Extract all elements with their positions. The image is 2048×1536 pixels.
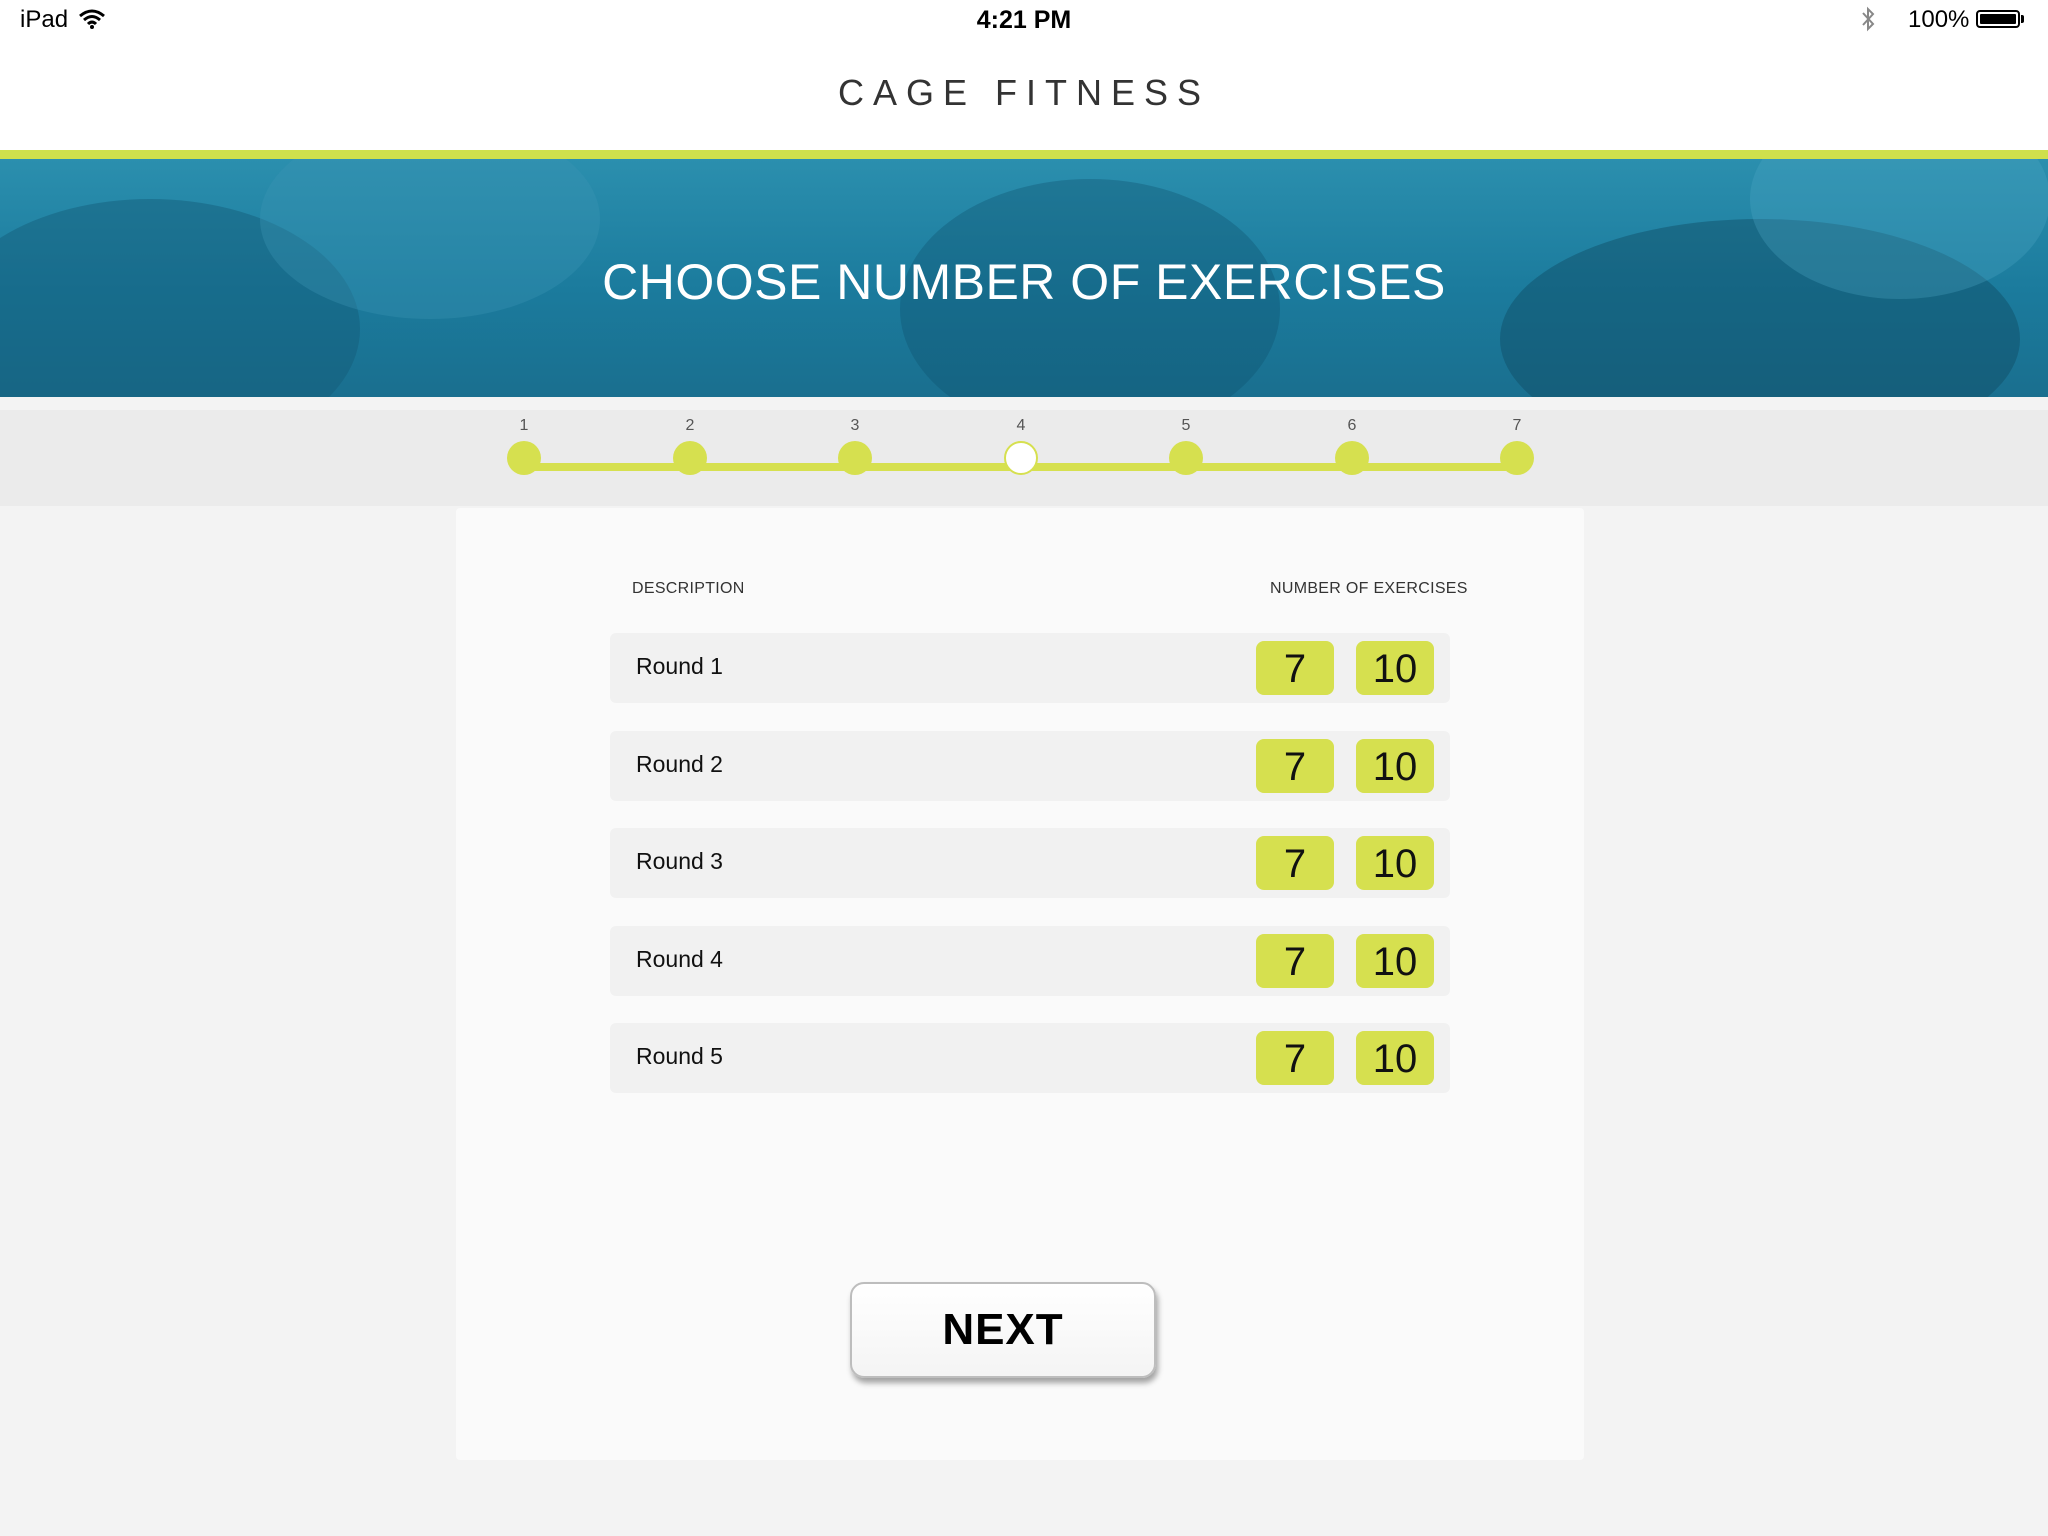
step-6[interactable]: 6 xyxy=(1322,411,1382,475)
exercise-count-option[interactable]: 7 xyxy=(1256,641,1334,695)
exercise-count-option[interactable]: 10 xyxy=(1356,1031,1434,1085)
exercise-count-option[interactable]: 7 xyxy=(1256,836,1334,890)
step-4[interactable]: 4 xyxy=(991,411,1051,475)
app-title: CAGE FITNESS xyxy=(837,72,1211,113)
step-dot[interactable] xyxy=(673,441,707,475)
table-row: Round 5 7 10 xyxy=(610,1023,1450,1093)
battery-tip xyxy=(2021,15,2024,23)
table-row: Round 4 7 10 xyxy=(610,926,1450,996)
step-label: 1 xyxy=(519,417,529,434)
header-accent-line xyxy=(0,150,2048,159)
hero-banner: CHOOSE NUMBER OF EXERCISES xyxy=(0,159,2048,397)
step-label: 5 xyxy=(1181,417,1191,434)
status-bar: iPad 4:21 PM 100% xyxy=(0,0,2048,40)
exercise-count-option[interactable]: 10 xyxy=(1356,739,1434,793)
round-label: Round 1 xyxy=(636,653,723,679)
round-label: Round 4 xyxy=(636,946,723,972)
round-label: Round 2 xyxy=(636,751,723,777)
round-label: Round 3 xyxy=(636,848,723,874)
step-label: 4 xyxy=(1016,417,1026,434)
page-title: CHOOSE NUMBER OF EXERCISES xyxy=(602,254,1446,310)
exercise-count-option[interactable]: 7 xyxy=(1256,739,1334,793)
step-dot[interactable] xyxy=(1500,441,1534,475)
round-label: Round 5 xyxy=(636,1043,723,1069)
step-1[interactable]: 1 xyxy=(494,411,554,475)
step-dot-current[interactable] xyxy=(1004,441,1038,475)
exercise-count-option[interactable]: 10 xyxy=(1356,836,1434,890)
step-dot[interactable] xyxy=(838,441,872,475)
step-2[interactable]: 2 xyxy=(660,411,720,475)
battery-icon xyxy=(1976,10,2020,28)
step-label: 3 xyxy=(850,417,860,434)
exercise-count-option[interactable]: 10 xyxy=(1356,641,1434,695)
table-row: Round 1 7 10 xyxy=(610,633,1450,703)
clock: 4:21 PM xyxy=(976,6,1072,34)
battery-percentage: 100% xyxy=(1908,6,1970,33)
app-header: CAGE FITNESS xyxy=(0,40,2048,150)
exercise-count-option[interactable]: 7 xyxy=(1256,1031,1334,1085)
step-label: 2 xyxy=(685,417,695,434)
table-row: Round 3 7 10 xyxy=(610,828,1450,898)
next-button[interactable]: NEXT xyxy=(850,1282,1156,1378)
step-label: 7 xyxy=(1512,417,1522,434)
step-3[interactable]: 3 xyxy=(825,411,885,475)
exercise-card: DESCRIPTION NUMBER OF EXERCISES Round 1 … xyxy=(456,508,1584,1460)
step-label: 6 xyxy=(1347,417,1357,434)
column-header-number-of-exercises: NUMBER OF EXERCISES xyxy=(1270,580,1468,597)
exercise-count-option[interactable]: 7 xyxy=(1256,934,1334,988)
table-row: Round 2 7 10 xyxy=(610,731,1450,801)
step-7[interactable]: 7 xyxy=(1487,411,1547,475)
column-header-description: DESCRIPTION xyxy=(632,580,745,597)
step-dot[interactable] xyxy=(507,441,541,475)
bluetooth-icon xyxy=(1860,6,1876,37)
step-dot[interactable] xyxy=(1335,441,1369,475)
step-dot[interactable] xyxy=(1169,441,1203,475)
step-5[interactable]: 5 xyxy=(1156,411,1216,475)
exercise-count-option[interactable]: 10 xyxy=(1356,934,1434,988)
